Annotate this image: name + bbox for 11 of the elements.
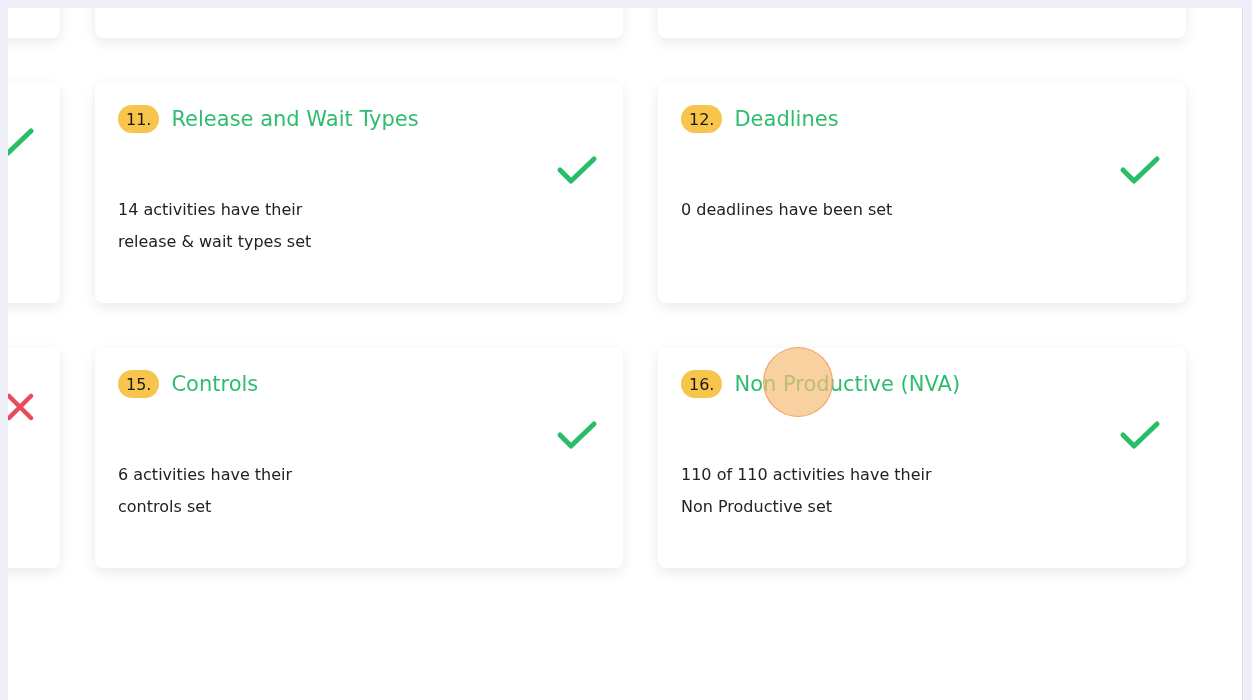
step-description: 14 activities have their release & wait types set <box>118 199 313 253</box>
step-description: 110 of 110 activities have their Non Productive set <box>681 464 933 518</box>
step-title[interactable]: Release and Wait Types <box>171 107 419 131</box>
step-title[interactable]: Deadlines <box>734 107 839 131</box>
step-title[interactable]: Controls <box>171 372 259 396</box>
step-number: 12. <box>681 105 723 133</box>
step-number: 15. <box>118 370 160 398</box>
step-number: 11. <box>118 105 160 133</box>
step-description: 6 activities have their controls set <box>118 464 294 518</box>
step-number: 16. <box>681 370 723 398</box>
step-description: 0 deadlines have been set <box>681 199 894 221</box>
